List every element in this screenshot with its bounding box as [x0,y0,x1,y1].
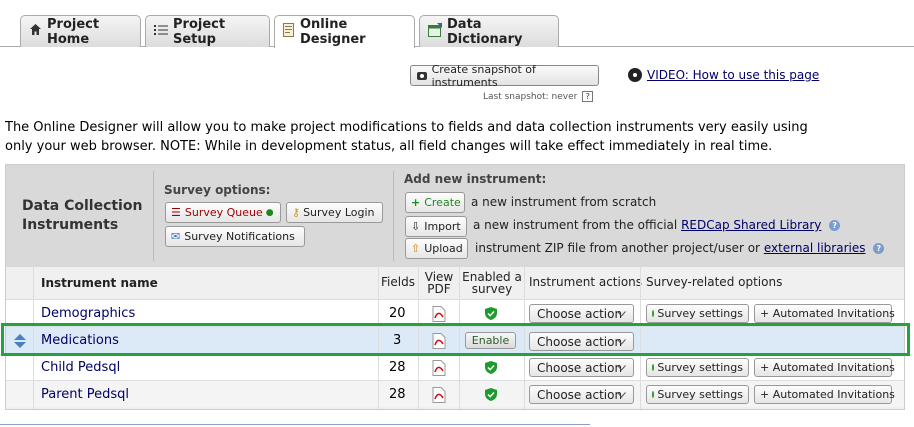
field-count: 28 [389,360,406,375]
tab-label: Project Setup [173,16,226,47]
envelope-icon: ✉ [171,230,181,243]
title-line-1: Data Collection [22,198,143,214]
home-icon [29,23,42,40]
table-row: Parent Pedsql 28 Choose action Survey se… [6,380,904,407]
help-icon[interactable]: ? [873,243,885,254]
import-icon: ⇩ [411,220,421,233]
choose-action-label: Choose action [537,387,623,402]
intro-text: The Online Designer will allow you to ma… [5,120,808,154]
survey-settings-label: Survey settings [657,361,743,374]
instruments-table-header: Data Collection Instruments Survey optio… [6,165,904,267]
title-line-2: Instruments [22,217,119,233]
key-icon: ⚷ [292,206,301,219]
import-label: Import [424,220,461,233]
film-reel-icon [628,68,642,82]
survey-settings-label: Survey settings [657,307,743,320]
survey-queue-label: Survey Queue [184,206,263,219]
survey-settings-button[interactable]: Survey settings [646,304,749,323]
upload-text: instrument ZIP file from another project… [475,241,760,255]
video-link-label: VIDEO: How to use this page [647,68,820,82]
redcap-shared-library-link[interactable]: REDCap Shared Library [681,218,821,232]
tab-bar: Project Home Project Setup Online Design… [0,0,914,48]
last-snapshot-text: Last snapshot: never [483,92,578,102]
choose-action-dropdown[interactable]: Choose action [529,385,634,404]
last-snapshot-status: Last snapshot: never ? [483,91,594,102]
check-icon [652,391,655,398]
table-row: Demographics 20 Choose action Survey set… [6,299,904,326]
list-icon: ☰ [171,206,181,219]
tab-online-designer[interactable]: Online Designer [274,15,415,48]
tab-project-home[interactable]: Project Home [20,15,141,47]
view-pdf-line-2: PDF [427,282,451,296]
chevron-down-icon [617,311,626,317]
instrument-name-link[interactable]: Child Pedsql [41,354,120,381]
help-icon[interactable]: ? [829,220,841,231]
designer-icon [283,23,295,41]
tab-label: Online Designer [300,17,366,47]
import-text: a new instrument from the official [473,218,678,232]
snapshot-help-icon[interactable]: ? [582,91,594,102]
add-new-instrument-label: Add new instrument: [404,172,547,186]
camera-icon [417,71,427,80]
choose-action-label: Choose action [537,360,623,375]
upload-description: instrument ZIP file from another project… [475,241,885,255]
create-snapshot-button[interactable]: Create snapshot of instruments [410,62,599,89]
divider [393,171,394,261]
selected-row-highlight [1,323,910,356]
survey-queue-button[interactable]: ☰ Survey Queue ● [165,202,281,223]
automated-invitations-button[interactable]: + Automated Invitations [754,385,895,404]
divider [0,424,590,425]
check-icon [652,310,655,317]
survey-settings-label: Survey settings [657,388,743,401]
survey-login-button[interactable]: ⚷ Survey Login [286,202,383,223]
chevron-down-icon [617,392,626,398]
check-icon [652,364,655,371]
create-label: Create [424,196,461,209]
instruments-table: Data Collection Instruments Survey optio… [5,164,905,410]
survey-settings-button[interactable]: Survey settings [646,385,749,404]
plus-icon: + [411,196,421,209]
create-button[interactable]: + Create [405,192,465,213]
import-button[interactable]: ⇩ Import [405,216,467,237]
chevron-down-icon [617,365,626,371]
survey-notifications-button[interactable]: ✉ Survey Notifications [165,226,305,247]
tab-label: Project Home [47,16,100,47]
automated-invitations-button[interactable]: + Automated Invitations [754,358,895,377]
automated-invitations-button[interactable]: + Automated Invitations [754,304,895,323]
upload-button[interactable]: ⇧ Upload [405,238,468,259]
field-count: 28 [389,387,406,402]
pdf-icon[interactable] [432,381,446,408]
survey-enabled-icon [485,381,497,408]
table-row: Child Pedsql 28 Choose action Survey set… [6,353,904,380]
upload-icon: ⇧ [411,242,421,255]
choose-action-label: Choose action [537,306,623,321]
survey-options-label: Survey options: [164,183,271,197]
enabled-line-2: survey [471,282,513,296]
survey-settings-button[interactable]: Survey settings [646,358,749,377]
create-description: a new instrument from scratch [471,195,657,209]
survey-login-label: Survey Login [303,206,375,219]
tab-project-setup[interactable]: Project Setup [145,15,270,47]
list-icon [154,24,168,40]
pdf-icon[interactable] [432,354,446,381]
automated-invitations-label: + Automated Invitations [760,361,895,374]
data-collection-instruments-title: Data Collection Instruments [22,197,142,235]
survey-enabled-icon [485,354,497,381]
spreadsheet-icon [428,22,442,41]
check-icon: ● [265,207,274,218]
automated-invitations-label: + Automated Invitations [760,307,895,320]
external-libraries-link[interactable]: external libraries [764,241,866,255]
automated-invitations-label: + Automated Invitations [760,388,895,401]
tab-data-dictionary[interactable]: Data Dictionary [419,15,559,47]
survey-notifications-label: Survey Notifications [184,230,295,243]
choose-action-dropdown[interactable]: Choose action [529,304,634,323]
video-link[interactable]: VIDEO: How to use this page [628,68,819,82]
import-description: a new instrument from the official REDCa… [473,218,841,232]
choose-action-dropdown[interactable]: Choose action [529,358,634,377]
tab-label: Data Dictionary [447,16,523,47]
create-snapshot-label: Create snapshot of instruments [431,62,536,89]
upload-label: Upload [424,242,463,255]
divider [153,171,154,261]
instrument-name-link[interactable]: Parent Pedsql [41,381,129,408]
